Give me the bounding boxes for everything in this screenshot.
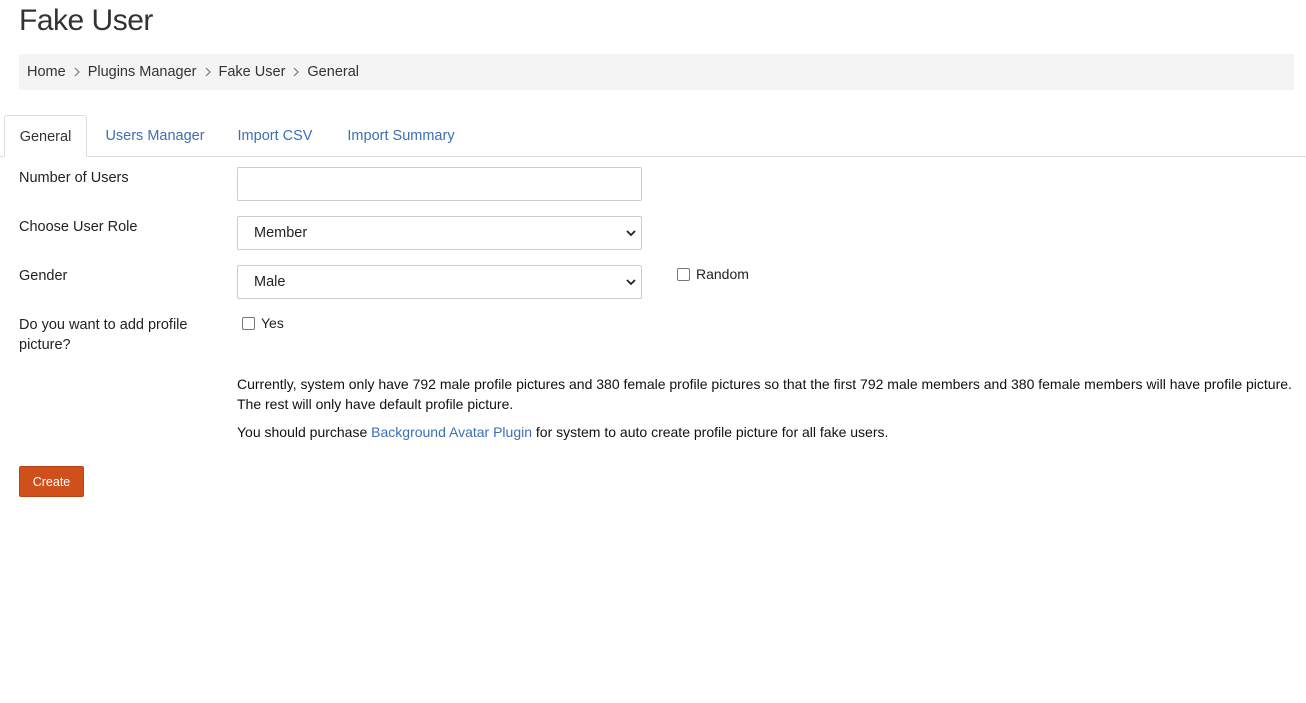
create-button[interactable]: Create bbox=[19, 466, 84, 497]
tab-import-csv[interactable]: Import CSV bbox=[228, 115, 322, 157]
random-checkbox-group: Random bbox=[677, 266, 749, 282]
number-of-users-label: Number of Users bbox=[19, 170, 129, 186]
profile-picture-yes-label: Yes bbox=[261, 315, 284, 331]
number-of-users-input[interactable] bbox=[237, 167, 642, 201]
user-role-label: Choose User Role bbox=[19, 219, 138, 235]
random-checkbox[interactable] bbox=[677, 267, 690, 281]
tab-users-manager[interactable]: Users Manager bbox=[95, 115, 215, 157]
profile-picture-label: Do you want to add profile picture? bbox=[19, 317, 188, 353]
purchase-prefix: You should purchase bbox=[237, 424, 368, 440]
user-role-selected: Member bbox=[254, 225, 308, 241]
profile-picture-checkbox-group: Yes bbox=[242, 315, 284, 331]
user-role-select[interactable]: Member bbox=[237, 216, 642, 250]
profile-picture-note-line1: Currently, system only have 792 male pro… bbox=[237, 376, 1292, 392]
breadcrumb-general: General bbox=[307, 64, 359, 80]
page-title: Fake User bbox=[19, 4, 153, 37]
chevron-down-icon bbox=[626, 279, 636, 286]
breadcrumb-plugins-manager[interactable]: Plugins Manager bbox=[88, 64, 197, 80]
tab-import-summary[interactable]: Import Summary bbox=[336, 115, 466, 157]
purchase-note: You should purchase Background Avatar Pl… bbox=[237, 422, 888, 442]
chevron-right-icon bbox=[70, 65, 84, 79]
chevron-right-icon bbox=[201, 65, 215, 79]
profile-picture-yes-checkbox[interactable] bbox=[242, 316, 255, 330]
gender-select[interactable]: Male bbox=[237, 265, 642, 299]
chevron-right-icon bbox=[289, 65, 303, 79]
gender-label: Gender bbox=[19, 268, 68, 284]
tab-general[interactable]: General bbox=[4, 115, 87, 157]
random-label: Random bbox=[696, 266, 749, 282]
breadcrumb: Home Plugins Manager Fake User General bbox=[19, 54, 1294, 90]
background-avatar-plugin-link[interactable]: Background Avatar Plugin bbox=[371, 424, 532, 440]
breadcrumb-home[interactable]: Home bbox=[27, 64, 66, 80]
breadcrumb-fake-user[interactable]: Fake User bbox=[219, 64, 286, 80]
profile-picture-note-line2: The rest will only have default profile … bbox=[237, 396, 514, 412]
tab-bar: General Users Manager Import CSV Import … bbox=[0, 115, 1306, 157]
chevron-down-icon bbox=[626, 230, 636, 237]
purchase-suffix: for system to auto create profile pictur… bbox=[535, 424, 889, 440]
gender-selected: Male bbox=[254, 274, 286, 290]
